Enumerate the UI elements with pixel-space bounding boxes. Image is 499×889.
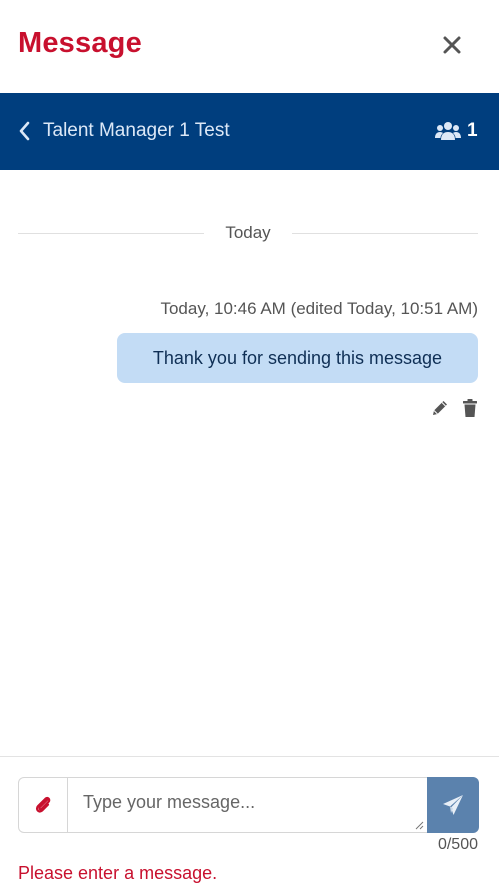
resize-grip-icon[interactable] (414, 820, 424, 830)
users-icon (435, 122, 461, 140)
paper-plane-icon (443, 795, 463, 815)
message-actions (430, 398, 480, 418)
paperclip-icon (35, 796, 51, 813)
panel-title: Message (18, 27, 142, 59)
delete-message-button[interactable] (460, 398, 480, 418)
chevron-left-icon (19, 121, 30, 141)
trash-icon (463, 399, 477, 417)
message-bubble: Thank you for sending this message (117, 333, 478, 383)
participant-count: 1 (467, 120, 478, 141)
edit-message-button[interactable] (430, 398, 450, 418)
close-icon (443, 36, 461, 54)
message-composer (18, 777, 479, 833)
participants-button[interactable]: 1 (435, 119, 478, 143)
conversation-name[interactable]: Talent Manager 1 Test (43, 120, 230, 142)
send-button[interactable] (427, 777, 479, 833)
date-divider-label: Today (225, 223, 271, 242)
pencil-icon (433, 401, 447, 415)
message-timestamp: Today, 10:46 AM (edited Today, 10:51 AM) (160, 299, 478, 318)
character-counter: 0/500 (437, 836, 478, 853)
message-text: Thank you for sending this message (152, 347, 443, 368)
divider-line-left (18, 233, 204, 234)
validation-error: Please enter a message. (18, 863, 218, 883)
attach-button[interactable] (19, 778, 68, 832)
back-button[interactable] (17, 120, 31, 142)
panel-header: Message (0, 0, 499, 93)
message-input[interactable] (69, 778, 426, 832)
close-button[interactable] (438, 31, 466, 59)
composer-divider (0, 756, 499, 757)
divider-line-right (292, 233, 478, 234)
